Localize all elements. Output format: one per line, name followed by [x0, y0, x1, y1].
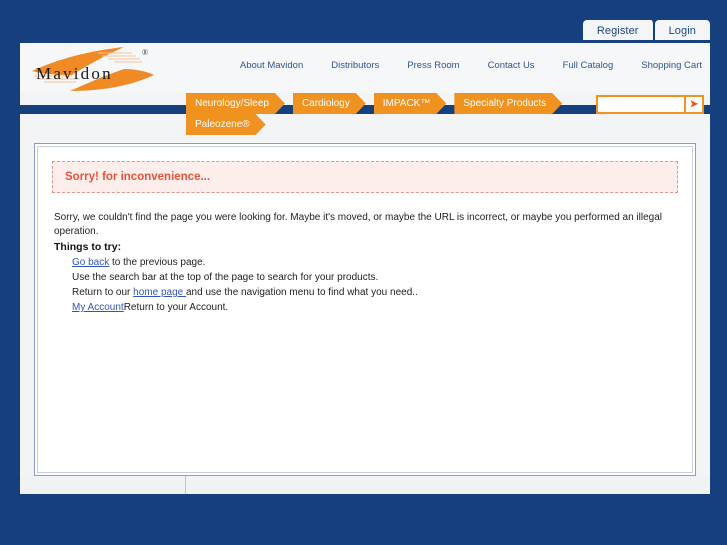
category-tabs-row-1: Neurology/Sleep Cardiology IMPACK™ Speci… [186, 93, 570, 114]
home-page-link[interactable]: home page [133, 287, 186, 298]
svg-text:®: ® [142, 48, 148, 57]
search-input[interactable] [598, 97, 684, 112]
nav-shopping-cart[interactable]: Shopping Cart [641, 60, 702, 71]
category-tabs-row-2: Paleozene® [186, 114, 274, 135]
top-navigation: About Mavidon Distributors Press Room Co… [240, 60, 702, 71]
category-tab-bar: Neurology/Sleep Cardiology IMPACK™ Speci… [20, 93, 710, 135]
content-area: Sorry! for inconvenience... Sorry, we co… [20, 135, 710, 476]
search-box: ➤ [596, 95, 704, 114]
content-inner: Sorry! for inconvenience... Sorry, we co… [37, 146, 693, 473]
mavidon-logo[interactable]: Mavidon ® [28, 45, 158, 93]
error-description: Sorry, we couldn't find the page you wer… [54, 212, 663, 237]
footer-left-cell [20, 476, 186, 494]
nav-about-mavidon[interactable]: About Mavidon [240, 60, 303, 71]
page-container: Mavidon ® About Mavidon Distributors Pre… [20, 40, 710, 494]
nav-full-catalog[interactable]: Full Catalog [563, 60, 614, 71]
go-back-link[interactable]: Go back [72, 257, 109, 268]
home-page-text: and use the navigation menu to find what… [185, 287, 418, 298]
my-account-text: Return to your Account. [123, 302, 229, 313]
tab-neurology-sleep[interactable]: Neurology/Sleep [186, 93, 285, 114]
tab-specialty-products[interactable]: Specialty Products [454, 93, 562, 114]
tab-cardiology[interactable]: Cardiology [293, 93, 366, 114]
list-item: Go back to the previous page. [72, 255, 680, 270]
nav-distributors[interactable]: Distributors [331, 60, 379, 71]
my-account-link[interactable]: My Account [72, 302, 124, 313]
svg-text:Mavidon: Mavidon [36, 64, 113, 83]
content-frame: Sorry! for inconvenience... Sorry, we co… [34, 143, 696, 476]
list-item: Use the search bar at the top of the pag… [72, 270, 680, 285]
search-submit-arrow-icon[interactable]: ➤ [684, 97, 702, 112]
error-alert-banner: Sorry! for inconvenience... [52, 161, 678, 193]
tab-paleozene[interactable]: Paleozene® [186, 114, 266, 135]
footer-strip [20, 476, 710, 494]
site-header: Mavidon ® About Mavidon Distributors Pre… [20, 40, 710, 93]
page-root: Register Login Mavidon ® About Mavidon D… [0, 0, 727, 545]
list-item: Return to our home page and use the navi… [72, 285, 680, 300]
use-search-bar-text: Use the search bar at the top of the pag… [72, 272, 379, 283]
footer-right-cell [186, 476, 710, 494]
things-to-try-list: Go back to the previous page. Use the se… [50, 255, 680, 315]
home-page-prefix: Return to our [72, 287, 134, 298]
list-item: My AccountReturn to your Account. [72, 300, 680, 315]
go-back-text: to the previous page. [109, 257, 206, 268]
nav-contact-us[interactable]: Contact Us [488, 60, 535, 71]
things-to-try-heading: Things to try: [54, 241, 122, 253]
nav-press-room[interactable]: Press Room [407, 60, 459, 71]
tab-impack[interactable]: IMPACK™ [374, 93, 447, 114]
